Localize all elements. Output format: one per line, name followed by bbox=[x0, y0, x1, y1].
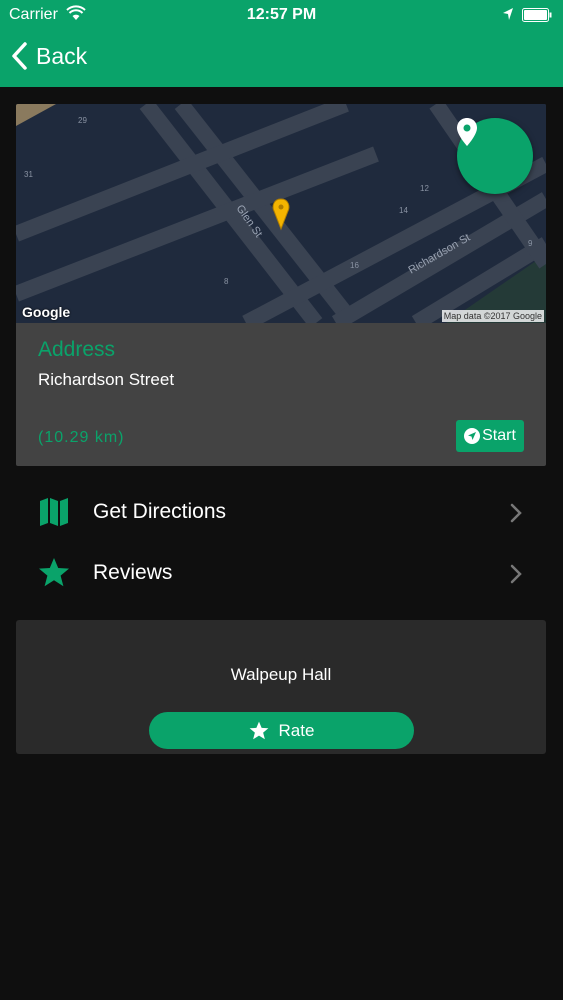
rate-label: Rate bbox=[278, 720, 315, 740]
get-directions-label: Get Directions bbox=[93, 500, 227, 523]
get-directions-row[interactable]: Get Directions bbox=[16, 484, 546, 540]
map-number-label: 16 bbox=[350, 261, 359, 270]
google-logo: Google bbox=[22, 304, 71, 320]
map-pin-icon bbox=[457, 118, 477, 146]
rating-card: Walpeup Hall Rate bbox=[16, 620, 546, 754]
address-title: Address bbox=[38, 338, 116, 361]
location-card: 29 31 12 14 16 8 9 Glen St Richardson St… bbox=[16, 104, 546, 466]
distance-label: (10.29 km) bbox=[38, 429, 125, 446]
chevron-right-icon bbox=[510, 564, 522, 584]
star-icon bbox=[39, 558, 69, 587]
map-view[interactable]: 29 31 12 14 16 8 9 Glen St Richardson St… bbox=[16, 104, 546, 323]
locate-button[interactable] bbox=[457, 118, 533, 194]
start-button[interactable]: Start bbox=[456, 420, 524, 452]
rate-button[interactable]: Rate bbox=[149, 712, 414, 749]
battery-icon bbox=[522, 8, 552, 22]
map-number-label: 29 bbox=[78, 116, 87, 125]
back-button[interactable]: Back bbox=[10, 40, 87, 72]
map-icon bbox=[40, 498, 68, 526]
place-name: Walpeup Hall bbox=[230, 665, 332, 684]
map-number-label: 12 bbox=[420, 184, 429, 193]
reviews-label: Reviews bbox=[93, 561, 173, 584]
map-number-label: 9 bbox=[528, 239, 533, 248]
map-attribution: Map data ©2017 Google bbox=[441, 310, 544, 322]
address-value: Richardson Street bbox=[38, 370, 175, 389]
map-number-label: 31 bbox=[24, 170, 33, 179]
location-arrow-icon bbox=[503, 8, 513, 20]
back-chevron-icon bbox=[12, 42, 27, 70]
map-number-label: 8 bbox=[224, 277, 229, 286]
status-time: 12:57 PM bbox=[246, 6, 317, 23]
star-icon bbox=[249, 721, 268, 739]
chevron-right-icon bbox=[510, 503, 522, 523]
navigation-arrow-icon bbox=[464, 428, 481, 444]
back-label: Back bbox=[36, 42, 88, 69]
app-header: Carrier 12:57 PM Back bbox=[0, 0, 563, 87]
reviews-row[interactable]: Reviews bbox=[16, 545, 546, 601]
map-number-label: 14 bbox=[399, 206, 408, 215]
status-bar: Carrier 12:57 PM bbox=[0, 0, 563, 30]
start-label: Start bbox=[482, 427, 516, 444]
